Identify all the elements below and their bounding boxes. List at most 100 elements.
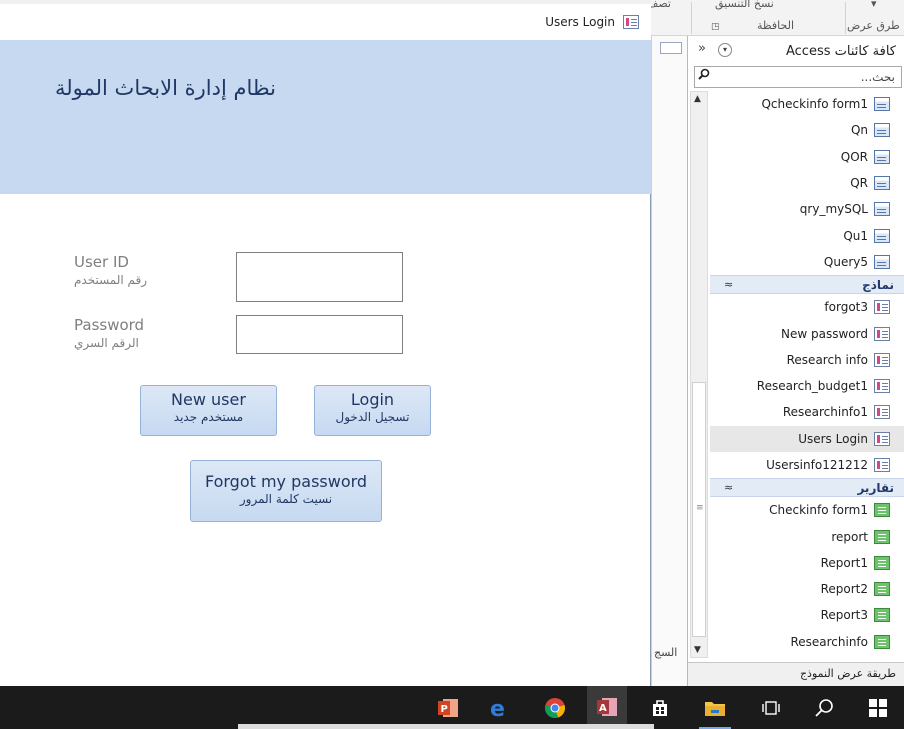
search-icon [698,68,710,84]
nav-item-form[interactable]: Research info [710,347,904,373]
ribbon-group-clipboard: نسخ التنسيق الحافظة ◳ [695,0,845,36]
ribbon-group-views: ▾ طرق عرض [847,0,904,36]
nav-item-label: Report1 [820,555,868,570]
collapse-group-icon[interactable]: ≈ [724,481,733,494]
nav-item-label: Qu1 [843,228,868,243]
svg-text:A: A [599,703,607,714]
login-button[interactable]: Login تسجيل الدخول [314,385,431,436]
nav-item-form[interactable]: Usersinfo121212 [710,452,904,478]
tab-list-icon[interactable] [660,42,682,54]
query-icon [874,149,890,164]
collapse-pane-icon[interactable]: » [698,41,706,56]
nav-search-box[interactable]: بحث... [694,66,902,88]
ribbon-separator [691,2,692,34]
underlying-window-edge [238,724,654,729]
search-icon[interactable] [804,686,844,729]
access-icon[interactable]: A [587,686,627,729]
nav-item-label: Usersinfo121212 [766,458,868,472]
status-bar: طريقة عرض النموذج [688,662,904,686]
user-id-label: User ID [74,253,129,271]
nav-item-query[interactable]: QR [710,170,904,196]
search-input[interactable]: بحث... [861,70,895,84]
nav-item-query[interactable]: Qcheckinfo form1 [710,91,904,117]
nav-item-query[interactable]: Qn [710,117,904,143]
nav-item-form-selected[interactable]: Users Login [710,425,904,452]
nav-item-form[interactable]: New password [710,320,904,346]
nav-item-label: Report2 [820,582,868,597]
task-view-icon[interactable] [751,686,791,729]
clipboard-launcher-icon[interactable]: ◳ [711,22,720,32]
nav-item-label: Qn [850,123,868,138]
nav-item-report[interactable]: Report2 [710,576,904,602]
ribbon: تصف نسخ التنسيق الحافظة ◳ ▾ طرق عرض [647,0,904,36]
form-tab-bar[interactable]: Users Login [0,4,651,40]
scroll-up-icon[interactable]: ▲ [694,94,701,104]
windows-start-icon[interactable] [858,686,898,729]
nav-scrollbar[interactable]: ▲ ≡ ▼ [690,91,708,658]
nav-item-form[interactable]: forgot3 [710,294,904,320]
nav-item-query[interactable]: Query5 [710,249,904,275]
query-icon [874,97,890,112]
nav-item-query[interactable]: Qu1 [710,222,904,248]
views-group-label: طرق عرض [847,19,900,32]
nav-group-title: نماذج [862,278,894,293]
svg-text:P: P [441,704,448,715]
nav-item-report[interactable]: Checkinfo form1 [710,497,904,523]
nav-item-report[interactable]: Researchinfo [710,629,904,655]
nav-item-label: forgot3 [824,300,868,315]
login-button-sublabel: تسجيل الدخول [335,410,410,424]
password-input[interactable] [236,315,403,354]
nav-item-report[interactable]: report [710,523,904,549]
query-icon [874,202,890,217]
nav-group-forms[interactable]: ≈ نماذج [710,275,904,295]
form-icon [874,458,890,472]
report-icon [874,555,890,570]
report-icon [874,634,890,649]
chrome-icon[interactable] [535,686,575,729]
nav-item-query[interactable]: QOR [710,144,904,170]
scrollbar-thumb[interactable]: ≡ [692,382,706,637]
report-icon [874,608,890,623]
collapse-group-icon[interactable]: ≈ [724,278,733,291]
form-header: نظام إدارة الابحاث المولة [0,40,651,194]
document-area-edge: السج [651,36,687,686]
query-icon [874,123,890,138]
password-label: Password [74,316,145,334]
form-icon [874,405,890,420]
nav-item-label: New password [781,326,868,341]
copy-format-button[interactable]: نسخ التنسيق [715,0,774,10]
nav-item-report[interactable]: Report3 [710,602,904,628]
password-sub-label: الرقم السري [74,336,139,350]
grip-icon: ≡ [696,503,704,513]
nav-item-label: Research_budget1 [756,379,868,394]
login-button-label: Login [350,390,395,409]
form-heading: نظام إدارة الابحاث المولة [55,76,276,100]
nav-group-reports[interactable]: ≈ تقارير [710,478,904,498]
form-tab-title[interactable]: Users Login [545,15,615,29]
forgot-password-button[interactable]: Forgot my password نسيت كلمة المرور [190,460,382,522]
nav-menu-dropdown-icon[interactable]: ▾ [718,43,732,57]
query-icon [874,176,890,191]
nav-item-label: report [831,529,868,544]
nav-item-query[interactable]: qry_mySQL [710,196,904,222]
nav-item-label: Research info [786,352,868,367]
file-explorer-icon[interactable] [695,686,735,729]
new-user-button[interactable]: New user مستخدم جديد [140,385,277,436]
form-icon [874,379,890,394]
scroll-down-icon[interactable]: ▼ [694,645,701,655]
nav-pane-header[interactable]: » ▾ كافة كائنات Access [688,38,904,64]
nav-item-form[interactable]: Researchinfo1 [710,399,904,425]
nav-item-form[interactable]: Research_budget1 [710,373,904,399]
nav-object-list: Qcheckinfo form1 Qn QOR QR qry_mySQL Qu1… [710,91,904,655]
edge-icon[interactable]: e [480,686,520,729]
record-nav-label: السج [654,646,678,659]
form-icon [874,300,890,315]
nav-item-report[interactable]: Report1 [710,550,904,576]
svg-text:e: e [490,697,505,719]
store-icon[interactable] [640,686,680,729]
powerpoint-icon[interactable]: P [428,686,468,729]
user-id-input[interactable] [236,252,403,302]
query-icon [874,228,890,243]
nav-item-label: Researchinfo1 [782,405,868,420]
views-dropdown-icon[interactable]: ▾ [871,0,877,10]
